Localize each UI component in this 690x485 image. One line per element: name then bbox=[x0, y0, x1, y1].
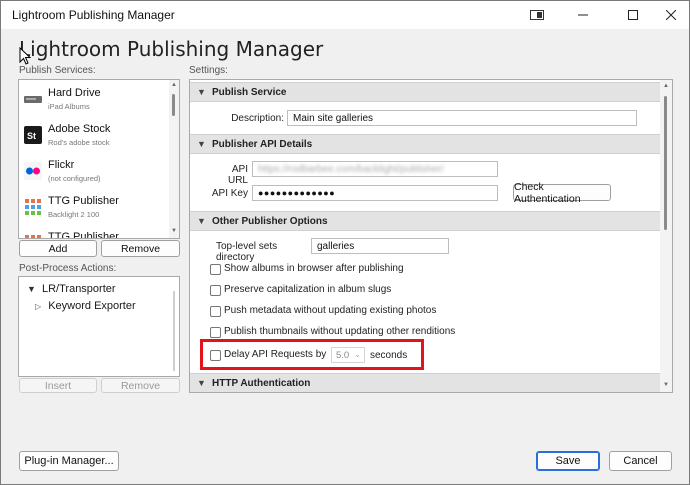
cancel-button[interactable]: Cancel bbox=[609, 451, 672, 471]
expanded-triangle-icon[interactable]: ▼ bbox=[27, 284, 36, 294]
mouse-cursor-icon bbox=[19, 47, 31, 65]
api-url-label: API URL bbox=[227, 164, 248, 186]
list-item[interactable]: Flickr (not configured) bbox=[22, 156, 170, 191]
title-bar: Lightroom Publishing Manager bbox=[1, 1, 689, 29]
section-publisher-api[interactable]: ▼ Publisher API Details bbox=[190, 134, 660, 154]
ttg-publisher-icon bbox=[25, 199, 41, 215]
tree-item-lr-transporter[interactable]: ▼ LR/Transporter bbox=[27, 283, 116, 295]
save-button[interactable]: Save bbox=[536, 451, 600, 471]
collapse-triangle-icon[interactable]: ▼ bbox=[197, 378, 206, 388]
window-title: Lightroom Publishing Manager bbox=[12, 8, 175, 22]
section-publish-service[interactable]: ▼ Publish Service bbox=[190, 82, 660, 102]
description-label: Description: bbox=[231, 113, 284, 124]
collapse-triangle-icon[interactable]: ▼ bbox=[197, 216, 206, 226]
settings-label: Settings: bbox=[189, 65, 228, 76]
top-level-sets-label: Top-level sets directory bbox=[216, 241, 278, 263]
hard-drive-icon bbox=[24, 96, 42, 103]
scroll-up-icon[interactable]: ▲ bbox=[660, 83, 672, 89]
tree-item-keyword-exporter[interactable]: ▷ Keyword Exporter bbox=[35, 300, 136, 312]
snap-layout-icon[interactable] bbox=[521, 1, 553, 29]
post-process-tree[interactable]: ▼ LR/Transporter ▷ Keyword Exporter bbox=[18, 276, 180, 377]
list-item[interactable]: Hard Drive iPad Albums bbox=[22, 84, 170, 119]
post-process-label: Post-Process Actions: bbox=[19, 263, 117, 274]
collapse-triangle-icon[interactable]: ▼ bbox=[197, 87, 206, 97]
settings-scrollbar[interactable]: ▲ ▼ bbox=[660, 80, 672, 392]
api-key-field[interactable]: ●●●●●●●●●●●●● bbox=[252, 185, 498, 201]
tree-scrollbar[interactable] bbox=[173, 291, 175, 371]
plugin-manager-button[interactable]: Plug-in Manager... bbox=[19, 451, 119, 471]
scroll-down-icon[interactable]: ▼ bbox=[660, 382, 672, 388]
maximize-icon[interactable] bbox=[617, 1, 649, 29]
adobe-stock-icon: St bbox=[24, 126, 42, 144]
collapsed-triangle-icon[interactable]: ▷ bbox=[35, 302, 41, 311]
insert-action-button[interactable]: Insert bbox=[19, 378, 97, 393]
list-item[interactable]: TTG Publisher Backlight 2 100 bbox=[22, 192, 170, 227]
close-icon[interactable] bbox=[655, 1, 687, 29]
list-item[interactable]: St Adobe Stock Rod's adobe stock bbox=[22, 120, 170, 155]
page-title: Lightroom Publishing Manager bbox=[19, 37, 324, 61]
publish-services-list[interactable]: Hard Drive iPad Albums St Adobe Stock Ro… bbox=[18, 79, 180, 239]
scroll-down-icon[interactable]: ▼ bbox=[169, 228, 179, 234]
section-http-authentication[interactable]: ▼ HTTP Authentication bbox=[190, 373, 660, 392]
scroll-up-icon[interactable]: ▲ bbox=[169, 82, 179, 88]
checkbox-box[interactable] bbox=[210, 264, 221, 275]
description-field[interactable]: Main site galleries bbox=[287, 110, 637, 126]
collapse-triangle-icon[interactable]: ▼ bbox=[197, 139, 206, 149]
flickr-icon bbox=[24, 162, 42, 180]
remove-action-button[interactable]: Remove bbox=[101, 378, 180, 393]
check-authentication-button[interactable]: Check Authentication bbox=[513, 181, 611, 205]
remove-service-button[interactable]: Remove bbox=[101, 240, 180, 257]
ttg-publisher-icon bbox=[25, 235, 41, 238]
publish-services-label: Publish Services: bbox=[19, 65, 96, 76]
checkbox-box[interactable] bbox=[210, 285, 221, 296]
add-service-button[interactable]: Add bbox=[19, 240, 97, 257]
highlight-annotation bbox=[200, 339, 424, 370]
top-level-sets-field[interactable]: galleries bbox=[311, 238, 449, 254]
minimize-icon[interactable] bbox=[567, 1, 599, 29]
api-url-field[interactable]: https://rodbarbee.com/backlight/publishe… bbox=[252, 161, 498, 177]
api-key-label: API Key bbox=[211, 188, 248, 199]
services-scrollbar[interactable]: ▲ ▼ bbox=[169, 80, 179, 238]
svg-text:St: St bbox=[27, 131, 36, 141]
list-item[interactable]: TTG Publisher bbox=[22, 228, 170, 238]
scroll-thumb[interactable] bbox=[664, 96, 667, 230]
checkbox-box[interactable] bbox=[210, 306, 221, 317]
checkbox-box[interactable] bbox=[210, 327, 221, 338]
scroll-thumb[interactable] bbox=[172, 94, 175, 116]
section-other-options[interactable]: ▼ Other Publisher Options bbox=[190, 211, 660, 231]
publishing-manager-window: Lightroom Publishing Manager Lightroom P… bbox=[0, 0, 690, 485]
